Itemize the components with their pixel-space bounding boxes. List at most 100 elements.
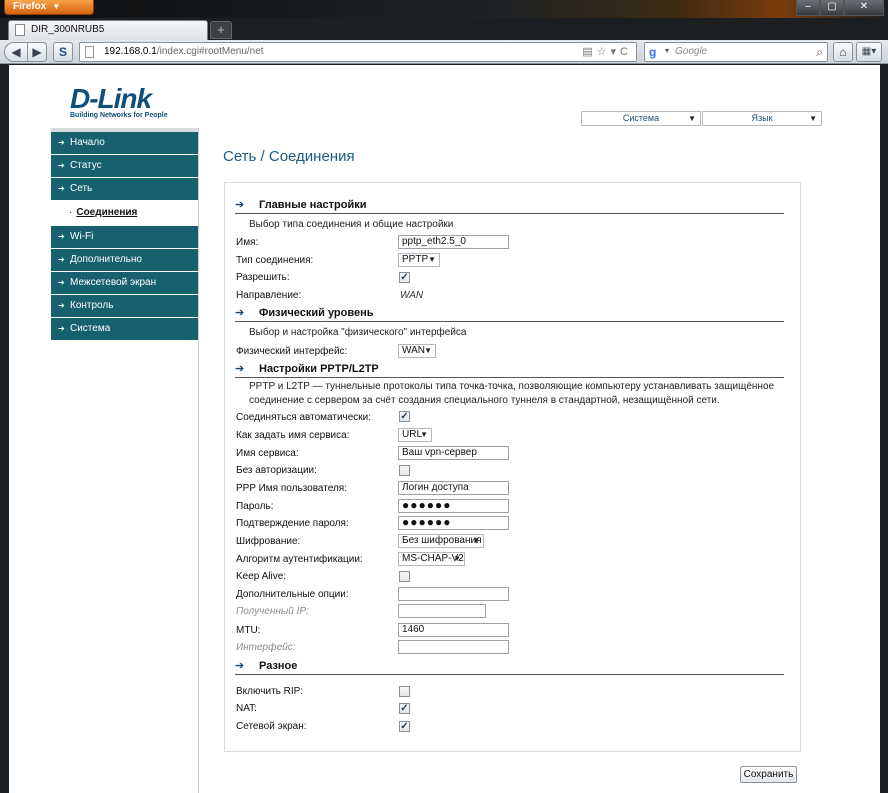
maximize-button[interactable]: ▢ — [820, 0, 844, 16]
new-tab-button[interactable]: + — [210, 21, 232, 39]
back-button[interactable]: ◀ — [4, 42, 28, 62]
chevron-down-icon: ▼ — [428, 255, 436, 264]
home-button[interactable]: ⌂ — [833, 42, 853, 62]
ppp-username-input[interactable]: Логин доступа — [398, 481, 509, 495]
bookmark-star-icon[interactable]: ▤☆▾C — [582, 45, 632, 58]
sidebar-item-status[interactable]: ➔ Статус — [51, 155, 198, 177]
arrow-right-icon: ➔ — [58, 184, 65, 193]
service-name-label: Имя сервиса: — [236, 448, 299, 459]
logo-text: D-Link — [70, 83, 152, 114]
auth-algorithm-select[interactable]: MS-CHAP-V2 ▼ — [398, 552, 465, 566]
name-input[interactable]: pptp_eth2.5_0 — [398, 235, 509, 249]
search-icon[interactable]: ⌕ — [816, 45, 823, 60]
section-description: Выбор типа соединения и общие настройки — [249, 219, 454, 230]
logo-tagline: Building Networks for People — [70, 112, 168, 119]
section-title: Разное — [259, 660, 298, 672]
language-select[interactable]: Язык ▼ — [702, 111, 822, 126]
top-menu-selects: Система ▼ Язык ▼ — [581, 111, 823, 126]
connection-type-select[interactable]: PPTP ▼ — [398, 253, 440, 267]
section-title: Главные настройки — [259, 199, 367, 211]
page-icon — [85, 46, 94, 58]
sidebar-item-label: Сеть — [70, 183, 93, 194]
close-window-button[interactable]: ✕ — [844, 0, 884, 16]
connection-type-label: Тип соединения: — [236, 255, 314, 266]
sidebar-item-firewall[interactable]: ➔ Межсетевой экран — [51, 272, 198, 294]
nat-checkbox[interactable]: ✓ — [399, 703, 410, 714]
section-description: PPTP и L2TP — туннельные протоколы типа … — [249, 381, 775, 406]
auto-connect-checkbox[interactable]: ✓ — [399, 411, 410, 422]
encryption-select[interactable]: Без шифрования ▼ — [398, 534, 484, 548]
sidebar-item-advanced[interactable]: ➔ Дополнительно — [51, 249, 198, 271]
system-select[interactable]: Система ▼ — [581, 111, 701, 126]
url-text: 192.168.0.1/index.cgi#rootMenu/net — [104, 45, 264, 59]
firefox-menu-button[interactable]: Firefox ▼ — [4, 0, 94, 15]
sidebar-item-wifi[interactable]: ➔ Wi-Fi — [51, 226, 198, 248]
sidebar-item-control[interactable]: ➔ Контроль — [51, 295, 198, 317]
forward-button[interactable]: ▶ — [27, 42, 47, 62]
section-title: Физический уровень — [259, 307, 374, 319]
password-input[interactable]: ●●●●●● — [398, 499, 509, 513]
sidebar-item-home[interactable]: ➔ Начало — [51, 132, 198, 154]
confirm-password-input[interactable]: ●●●●●● — [398, 516, 509, 530]
physical-interface-value: WAN — [402, 345, 425, 356]
window-right-border — [880, 65, 888, 793]
bookmarks-button[interactable]: ▦▾ — [856, 42, 882, 62]
chevron-down-icon: ▼ — [420, 430, 428, 439]
arrow-right-icon: ➔ — [58, 301, 65, 310]
nat-label: NAT: — [236, 703, 257, 714]
mtu-input[interactable]: 1460 — [398, 623, 509, 637]
sidebar-item-system[interactable]: ➔ Система — [51, 318, 198, 340]
keep-alive-checkbox[interactable] — [399, 571, 410, 582]
physical-interface-label: Физический интерфейс: — [236, 346, 348, 357]
sidebar-item-label: Межсетевой экран — [70, 277, 157, 288]
firewall-checkbox[interactable]: ✓ — [399, 721, 410, 732]
search-placeholder: Google — [675, 46, 708, 57]
ppp-username-label: PPP Имя пользователя: — [236, 483, 347, 494]
service-mode-label: Как задать имя сервиса: — [236, 430, 350, 441]
section-header-physical: ➔ Физический уровень — [235, 306, 784, 322]
password-label: Пароль: — [236, 501, 274, 512]
enable-label: Разрешить: — [236, 272, 290, 283]
arrow-right-icon: ➔ — [58, 278, 65, 287]
address-bar[interactable]: 192.168.0.1/index.cgi#rootMenu/net ▤☆▾C — [79, 42, 637, 62]
browser-tab[interactable]: DIR_300NRUB5 — [8, 20, 208, 40]
chevron-down-icon[interactable]: ▾ — [665, 46, 669, 55]
window-left-border — [0, 65, 9, 793]
save-button[interactable]: Сохранить — [740, 766, 797, 783]
direction-label: Направление: — [236, 290, 302, 301]
minimize-button[interactable]: – — [796, 0, 820, 16]
chevron-down-icon: ▼ — [809, 114, 817, 123]
sidebar-item-label: Статус — [70, 160, 102, 171]
section-header-misc: ➔ Разное — [235, 659, 784, 675]
enable-checkbox[interactable]: ✓ — [399, 272, 410, 283]
search-bar[interactable]: g ▾ Google ⌕ — [644, 42, 828, 62]
auto-connect-label: Соединяться автоматически: — [236, 412, 372, 423]
chevron-down-icon: ▼ — [453, 554, 461, 563]
no-auth-checkbox[interactable] — [399, 465, 410, 476]
interface-field — [398, 640, 509, 654]
physical-interface-select[interactable]: WAN ▼ — [398, 344, 436, 358]
service-mode-select[interactable]: URL ▼ — [398, 428, 432, 442]
extra-options-input[interactable] — [398, 587, 509, 601]
main-content: Сеть / Соединения ➔ Главные настройки Выб… — [200, 128, 880, 793]
extra-options-label: Дополнительные опции: — [236, 589, 349, 600]
rip-checkbox[interactable] — [399, 686, 410, 697]
sidebar-item-label: Контроль — [70, 300, 114, 311]
service-name-input[interactable]: Ваш vpn-сервер — [398, 446, 509, 460]
received-ip-field — [398, 604, 486, 618]
sidebar-item-network[interactable]: ➔ Сеть — [51, 178, 198, 200]
language-select-label: Язык — [751, 113, 773, 123]
section-header-general: ➔ Главные настройки — [235, 198, 784, 214]
chevron-down-icon: ▼ — [472, 536, 480, 545]
mtu-label: MTU: — [236, 625, 261, 636]
chevron-down-icon: ▼ — [52, 2, 61, 11]
sidebar-item-label: Wi-Fi — [70, 231, 94, 242]
window-titlebar: Firefox ▼ – ▢ ✕ — [0, 0, 888, 18]
s-addon-button[interactable]: S — [53, 42, 73, 62]
tab-bar: DIR_300NRUB5 + — [0, 18, 888, 40]
arrow-right-icon: ➔ — [235, 307, 245, 319]
chevron-down-icon: ▼ — [424, 346, 432, 355]
google-icon: g — [649, 45, 657, 59]
received-ip-label: Полученный IP: — [236, 606, 309, 617]
sidebar-subitem-connections[interactable]: · Соединения — [51, 201, 198, 225]
